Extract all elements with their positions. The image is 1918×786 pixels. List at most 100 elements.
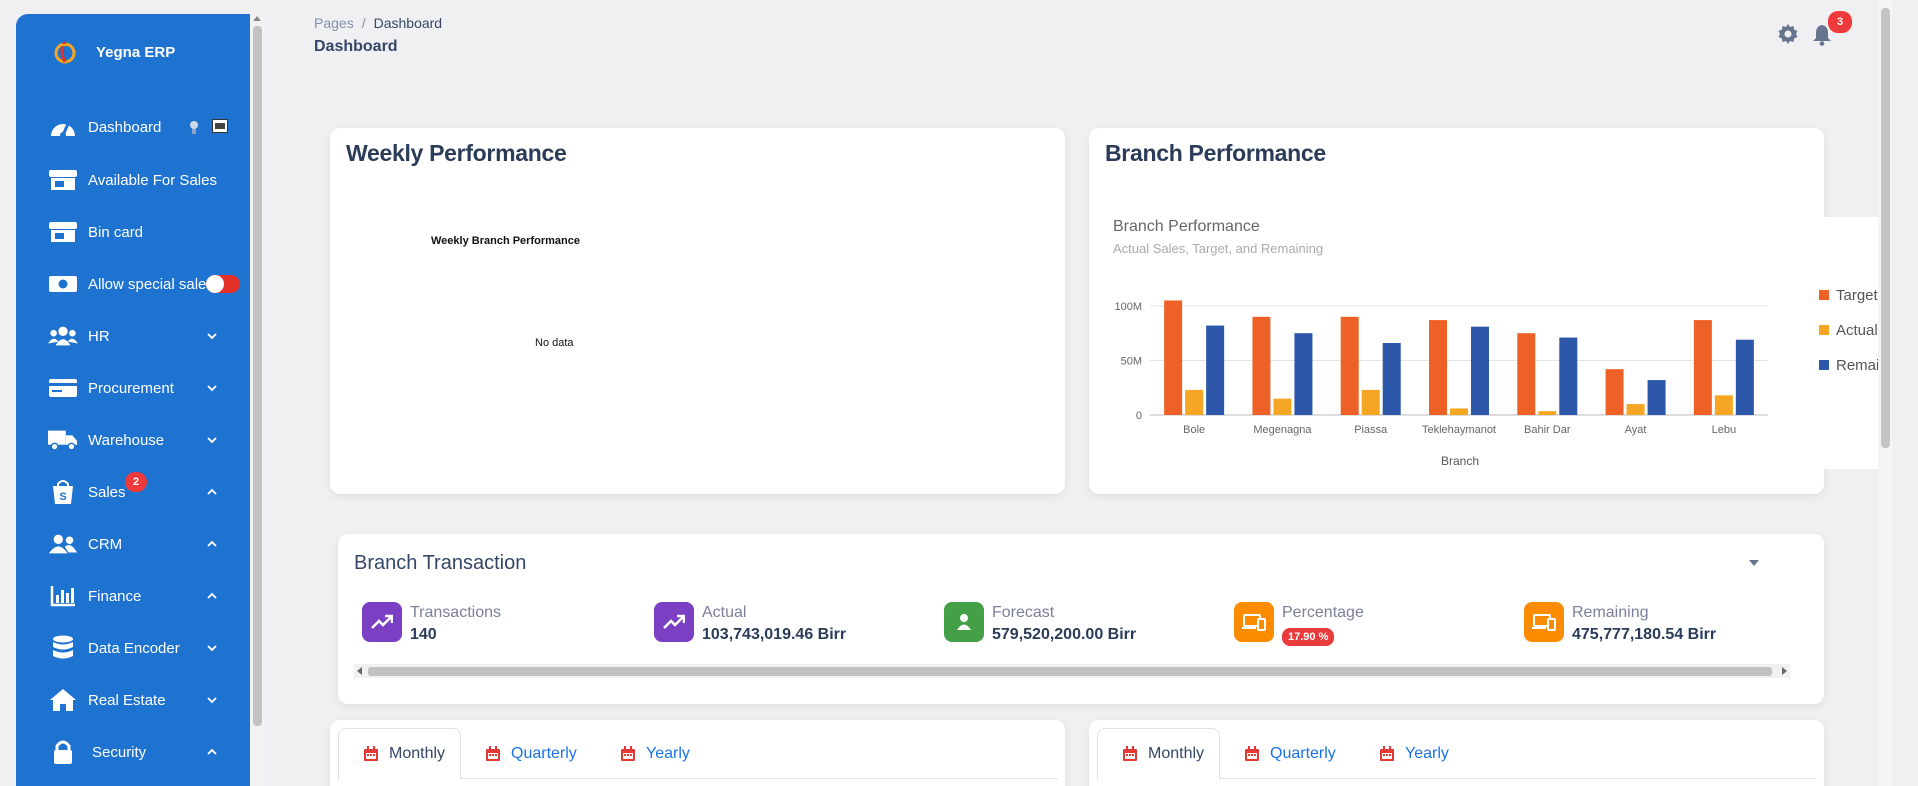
sidebar-item-dashboard[interactable]: Dashboard <box>16 105 250 149</box>
x-tick-label: Bole <box>1183 424 1205 436</box>
chart-title: Branch Performance <box>1113 218 1260 235</box>
gear-icon[interactable] <box>1778 24 1798 44</box>
sidebar-item-available-for-sales[interactable]: Available For Sales <box>16 158 250 202</box>
legend-label[interactable]: Actual <box>1836 322 1878 339</box>
tab-yearly[interactable]: Yearly <box>620 728 690 780</box>
bar-remaining[interactable] <box>1206 325 1225 415</box>
stat-label: Forecast <box>992 604 1055 621</box>
x-tick-label: Teklehaymanot <box>1422 424 1496 436</box>
bar-actual[interactable] <box>1450 408 1468 415</box>
card-title: Branch Performance <box>1105 140 1326 166</box>
weekly-performance-card: Weekly Performance Weekly Branch Perform… <box>330 128 1065 494</box>
caret-down-icon[interactable] <box>1748 559 1760 567</box>
bar-target[interactable] <box>1693 320 1712 415</box>
stat-value: 579,520,200.00 Birr <box>992 626 1137 643</box>
brand[interactable]: Yegna ERP <box>16 14 250 90</box>
stat-remaining: Remaining 475,777,180.54 Birr <box>1524 600 1784 650</box>
sidebar-item-real-estate[interactable]: Real Estate <box>16 678 250 722</box>
sidebar-item-hr[interactable]: HR <box>16 314 250 358</box>
chevron-down-icon <box>207 645 217 652</box>
bar-target[interactable] <box>1252 316 1271 415</box>
brand-logo-icon <box>54 41 76 64</box>
sidebar-item-label: Bin card <box>88 223 144 241</box>
bar-actual[interactable] <box>1714 395 1733 415</box>
sidebar-item-data-encoder[interactable]: Data Encoder <box>16 626 250 670</box>
legend-label[interactable]: Target <box>1836 287 1878 304</box>
sidebar-scrollbar[interactable] <box>250 14 264 786</box>
sidebar-item-warehouse[interactable]: Warehouse <box>16 418 250 462</box>
sidebar-item-label: Finance <box>88 587 142 605</box>
sidebar-item-finance[interactable]: Finance <box>16 574 250 618</box>
sidebar-item-label: Dashboard <box>88 118 162 136</box>
stat-actual: Actual 103,743,019.46 Birr <box>654 600 914 650</box>
credit-card-icon <box>48 376 78 400</box>
bar-remaining[interactable] <box>1559 337 1578 415</box>
scrollbar-thumb[interactable] <box>253 26 262 726</box>
bar-actual[interactable] <box>1361 389 1380 415</box>
scrollbar-thumb[interactable] <box>1881 8 1890 448</box>
store-icon <box>48 168 78 192</box>
chevron-down-icon <box>207 333 217 340</box>
calendar-icon <box>621 746 635 761</box>
bar-remaining[interactable] <box>1382 343 1401 415</box>
page-title: Dashboard <box>314 38 398 55</box>
scroll-up-arrow[interactable] <box>253 16 261 21</box>
lock-icon <box>48 740 78 764</box>
page-scrollbar[interactable] <box>1878 0 1892 786</box>
bar-remaining[interactable] <box>1735 339 1754 415</box>
bar-actual[interactable] <box>1626 404 1645 415</box>
sidebar-item-label: HR <box>88 327 110 345</box>
money-icon <box>48 272 78 296</box>
no-data-message: No data <box>535 337 574 349</box>
stat-percentage: Percentage 17.90 % <box>1234 600 1474 650</box>
y-tick-label: 50M <box>1121 355 1142 367</box>
tab-label: Quarterly <box>1270 745 1336 762</box>
sidebar-item-procurement[interactable]: Procurement <box>16 366 250 410</box>
tab-yearly[interactable]: Yearly <box>1379 728 1449 780</box>
special-sales-toggle[interactable] <box>206 275 240 293</box>
legend-label[interactable]: Remain <box>1836 357 1878 374</box>
scrollbar-thumb[interactable] <box>368 667 1772 676</box>
stat-transactions: Transactions 140 <box>362 600 622 650</box>
sidebar-item-allow-special-sales: Allow special sales <box>16 262 250 306</box>
bar-remaining[interactable] <box>1647 380 1666 415</box>
bar-actual[interactable] <box>1273 398 1292 415</box>
sidebar-item-label: Real Estate <box>88 691 166 709</box>
x-axis-label: Branch <box>1441 454 1479 468</box>
calendar-icon <box>364 746 378 761</box>
legend-swatch <box>1819 290 1829 300</box>
bar-target[interactable] <box>1605 369 1624 415</box>
tab-label: Monthly <box>389 745 446 762</box>
chevron-up-icon <box>207 592 217 599</box>
tab-label: Yearly <box>1405 745 1449 762</box>
sidebar-item-bin-card[interactable]: Bin card <box>16 210 250 254</box>
tab-monthly[interactable]: Monthly <box>338 728 462 780</box>
card-title: Branch Transaction <box>354 552 527 574</box>
bar-target[interactable] <box>1164 300 1183 415</box>
scroll-left-arrow[interactable] <box>357 667 362 675</box>
bar-chart-icon <box>48 584 78 608</box>
bar-remaining[interactable] <box>1471 326 1489 415</box>
sidebar-item-security[interactable]: Security <box>16 730 250 774</box>
horizontal-scrollbar[interactable] <box>354 664 1790 678</box>
breadcrumb-root[interactable]: Pages <box>314 15 354 31</box>
tab-monthly[interactable]: Monthly <box>1097 728 1221 780</box>
sidebar-item-sales[interactable]: S Sales 2 <box>16 470 250 514</box>
tab-quarterly[interactable]: Quarterly <box>1244 728 1336 780</box>
tab-quarterly[interactable]: Quarterly <box>485 728 577 780</box>
breadcrumb-current: Dashboard <box>373 15 443 31</box>
bar-remaining[interactable] <box>1294 333 1313 415</box>
sidebar-item-crm[interactable]: CRM <box>16 522 250 566</box>
bar-target[interactable] <box>1340 316 1359 415</box>
bar-target[interactable] <box>1429 320 1447 415</box>
scroll-right-arrow[interactable] <box>1782 667 1787 675</box>
bar-actual[interactable] <box>1185 389 1204 415</box>
chevron-up-icon <box>207 748 217 755</box>
chevron-down-icon <box>207 697 217 704</box>
bar-target[interactable] <box>1517 333 1536 415</box>
legend-swatch <box>1819 325 1829 335</box>
bar-actual[interactable] <box>1538 411 1557 415</box>
trend-up-icon <box>654 602 694 642</box>
devices-icon <box>1234 602 1274 642</box>
period-tabs-card-right: Monthly Quarterly Yearly <box>1089 720 1824 786</box>
